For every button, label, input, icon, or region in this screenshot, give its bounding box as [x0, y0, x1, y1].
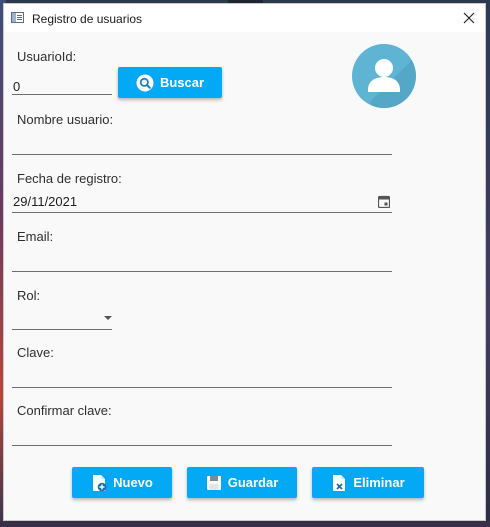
calendar-icon[interactable] [377, 195, 391, 213]
nombre-usuario-underline [12, 154, 392, 155]
guardar-button[interactable]: Guardar [187, 467, 297, 498]
title-bar[interactable]: Registro de usuarios [4, 4, 485, 32]
clave-label: Clave: [17, 345, 54, 360]
rol-underline [12, 329, 112, 330]
desktop-background-bottom [0, 521, 490, 527]
eliminar-button[interactable]: Eliminar [312, 467, 424, 498]
nuevo-button[interactable]: Nuevo [72, 467, 172, 498]
app-window-icon [11, 12, 24, 23]
buscar-button[interactable]: Buscar [118, 67, 222, 98]
user-avatar-icon [352, 44, 416, 108]
usuario-id-underline [12, 94, 112, 95]
usuario-id-field[interactable]: 0 [13, 79, 20, 94]
clave-underline [12, 387, 392, 388]
nombre-usuario-label: Nombre usuario: [17, 112, 114, 127]
close-button[interactable] [453, 4, 485, 32]
new-document-icon [91, 474, 107, 492]
buscar-label: Buscar [159, 75, 205, 90]
fecha-registro-label: Fecha de registro: [17, 171, 122, 186]
desktop-background-right [486, 0, 490, 527]
close-icon [463, 12, 475, 24]
window-title: Registro de usuarios [32, 12, 143, 26]
nuevo-label: Nuevo [113, 475, 153, 490]
guardar-label: Guardar [227, 475, 279, 490]
confirmar-clave-label: Confirmar clave: [17, 403, 112, 418]
fecha-registro-field[interactable]: 29/11/2021 [13, 194, 77, 209]
confirmar-clave-underline [12, 445, 392, 446]
email-underline [12, 271, 392, 272]
chevron-down-icon[interactable] [104, 316, 112, 320]
search-icon [136, 74, 154, 92]
rol-label: Rol: [17, 288, 41, 303]
email-label: Email: [17, 229, 54, 244]
eliminar-label: Eliminar [353, 475, 405, 490]
registro-usuarios-window: Registro de usuarios UsuarioId: 0 Buscar… [3, 3, 486, 521]
fecha-registro-underline [12, 212, 392, 213]
usuario-id-label: UsuarioId: [17, 49, 77, 64]
delete-document-icon [331, 474, 347, 492]
save-icon [206, 475, 222, 491]
